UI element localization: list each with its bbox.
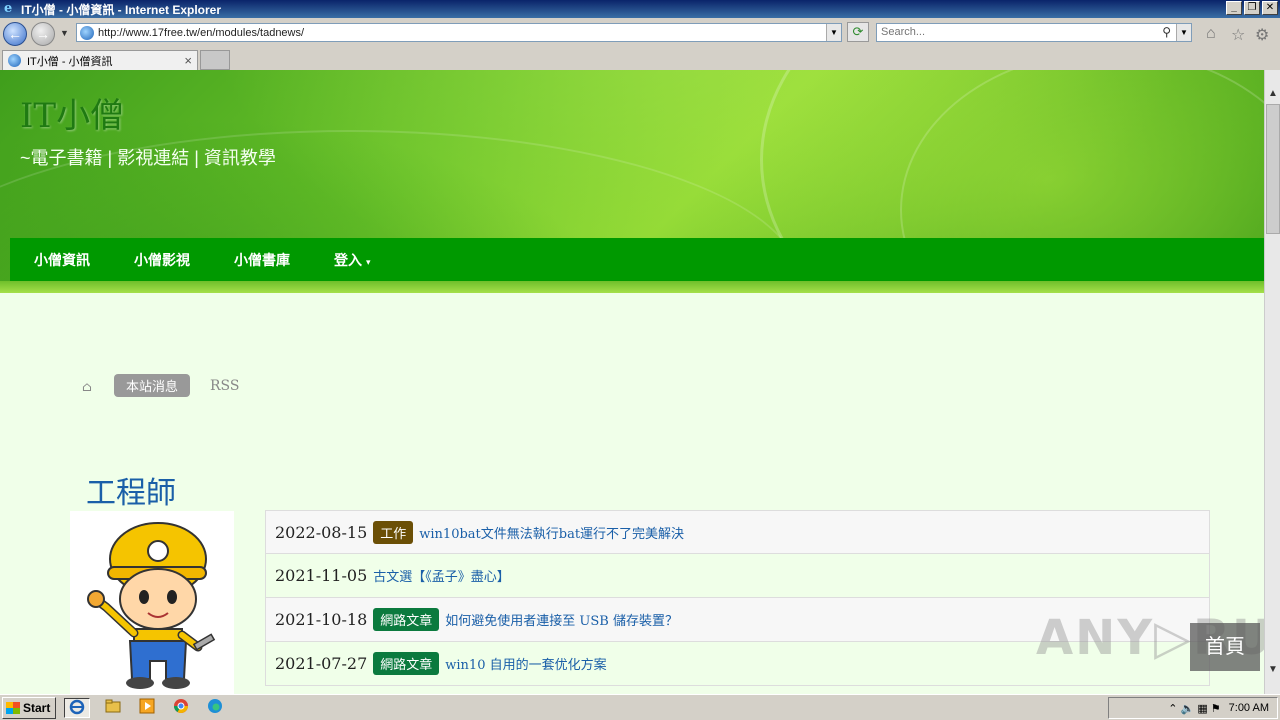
login-label: 登入 bbox=[334, 251, 362, 268]
news-category-badge[interactable]: 工作 bbox=[373, 520, 414, 544]
system-tray: ⌃ 🔈 ▦ ⚑ 7:00 AM bbox=[1108, 697, 1278, 719]
nav-item-info[interactable]: 小僧資訊 bbox=[34, 250, 90, 270]
news-category-badge[interactable]: 網路文章 bbox=[373, 608, 440, 631]
search-dropdown-button[interactable]: ▼ bbox=[1176, 24, 1191, 41]
start-label: Start bbox=[23, 701, 51, 715]
minimize-button[interactable]: _ bbox=[1226, 1, 1242, 15]
close-window-button[interactable]: ✕ bbox=[1262, 1, 1278, 15]
section-title: 工程師 bbox=[86, 476, 176, 511]
tab-strip: IT小僧 - 小僧資訊 × bbox=[0, 48, 1280, 70]
news-date: 2021-10-18 bbox=[275, 610, 368, 629]
nav-item-video[interactable]: 小僧影視 bbox=[134, 250, 190, 270]
windows-logo-icon bbox=[6, 702, 20, 714]
search-box[interactable]: ⚲ ▼ bbox=[876, 23, 1192, 42]
nav-underline-strip bbox=[0, 281, 1264, 293]
address-dropdown-button[interactable]: ▼ bbox=[826, 24, 841, 41]
forward-button[interactable]: → bbox=[31, 22, 55, 46]
start-button[interactable]: Start bbox=[2, 697, 56, 719]
scroll-down-icon[interactable]: ▼ bbox=[1265, 662, 1280, 678]
news-title-link[interactable]: win10bat文件無法執行bat運行不了完美解決 bbox=[419, 523, 684, 542]
address-input[interactable] bbox=[98, 26, 828, 39]
site-title[interactable]: IT小僧 bbox=[20, 88, 124, 137]
refresh-button[interactable]: ⟳ bbox=[847, 22, 869, 42]
news-date: 2022-08-15 bbox=[275, 522, 368, 542]
site-subtitle: ~電子書籍 | 影視連結 | 資訊教學 bbox=[20, 148, 276, 168]
vertical-scrollbar[interactable]: ▲ ▼ bbox=[1264, 70, 1280, 694]
breadcrumb-current[interactable]: 本站消息 bbox=[114, 374, 191, 397]
tab-favicon-icon bbox=[8, 54, 21, 67]
scrollbar-thumb[interactable] bbox=[1266, 104, 1280, 234]
go-top-button[interactable]: 首頁 bbox=[1190, 623, 1260, 671]
chrome-icon[interactable] bbox=[168, 698, 194, 718]
news-title-link[interactable]: 如何避免使用者連接至 USB 儲存裝置？ bbox=[445, 610, 678, 629]
tab-label: IT小僧 - 小僧資訊 bbox=[27, 55, 113, 68]
restore-button[interactable]: ❐ bbox=[1244, 1, 1260, 15]
breadcrumb: ⌂ 本站消息 RSS bbox=[82, 374, 240, 397]
news-item: 2022-08-15 工作 win10bat文件無法執行bat運行不了完美解決 bbox=[265, 510, 1210, 554]
home-icon[interactable]: ⌂ bbox=[1206, 25, 1216, 43]
tray-icons[interactable]: ⌃ 🔈 ▦ ⚑ bbox=[1168, 702, 1220, 715]
nav-item-library[interactable]: 小僧書庫 bbox=[234, 250, 290, 270]
window-titlebar: e IT小僧 - 小僧資訊 - Internet Explorer _ ❐ ✕ bbox=[0, 0, 1280, 18]
tray-clock[interactable]: 7:00 AM bbox=[1229, 702, 1269, 714]
scroll-up-icon[interactable]: ▲ bbox=[1265, 86, 1280, 102]
search-icon[interactable]: ⚲ bbox=[1162, 25, 1171, 39]
tab-close-icon[interactable]: × bbox=[184, 53, 192, 68]
site-favicon-icon bbox=[80, 25, 94, 40]
search-input[interactable] bbox=[881, 26, 1151, 38]
address-toolbar: ← → ▼ ▼ ⟳ ⚲ ▼ ⌂ ☆ ⚙ bbox=[0, 18, 1280, 48]
back-button[interactable]: ← bbox=[3, 22, 27, 46]
news-date: 2021-11-05 bbox=[275, 566, 368, 585]
taskbar: Start ⌃ 🔈 ▦ ⚑ 7:00 AM bbox=[0, 694, 1280, 720]
page-viewport: IT小僧 ~電子書籍 | 影視連結 | 資訊教學 小僧資訊 小僧影視 小僧書庫 … bbox=[0, 70, 1264, 694]
address-bar[interactable]: ▼ bbox=[76, 23, 842, 42]
tools-gear-icon[interactable]: ⚙ bbox=[1255, 25, 1269, 45]
ie-logo-icon: e bbox=[4, 1, 13, 16]
news-category-badge[interactable]: 網路文章 bbox=[373, 652, 440, 675]
caret-down-icon: ▾ bbox=[366, 256, 371, 267]
media-icon[interactable] bbox=[134, 698, 160, 718]
main-navbar: 小僧資訊 小僧影視 小僧書庫 登入 ▾ bbox=[10, 238, 1264, 281]
recent-pages-dropdown[interactable]: ▼ bbox=[60, 28, 69, 38]
explorer-icon[interactable] bbox=[100, 698, 126, 718]
edge-icon[interactable] bbox=[202, 698, 228, 718]
tab-active[interactable]: IT小僧 - 小僧資訊 × bbox=[2, 50, 198, 70]
new-tab-button[interactable] bbox=[200, 50, 230, 70]
engineer-illustration bbox=[70, 511, 234, 694]
favorites-icon[interactable]: ☆ bbox=[1231, 25, 1245, 45]
news-title-link[interactable]: win10 自用的一套优化方案 bbox=[445, 654, 606, 673]
news-date: 2021-07-27 bbox=[275, 654, 368, 673]
nav-item-login[interactable]: 登入 ▾ bbox=[334, 250, 371, 270]
rss-link[interactable]: RSS bbox=[210, 378, 239, 394]
home-icon[interactable]: ⌂ bbox=[82, 380, 94, 395]
news-title-link[interactable]: 古文選【《孟子》盡心】 bbox=[373, 566, 510, 585]
ie-icon[interactable] bbox=[64, 698, 90, 718]
news-item: 2021-11-05 古文選【《孟子》盡心】 bbox=[265, 554, 1210, 598]
window-title: IT小僧 - 小僧資訊 - Internet Explorer bbox=[21, 2, 222, 17]
